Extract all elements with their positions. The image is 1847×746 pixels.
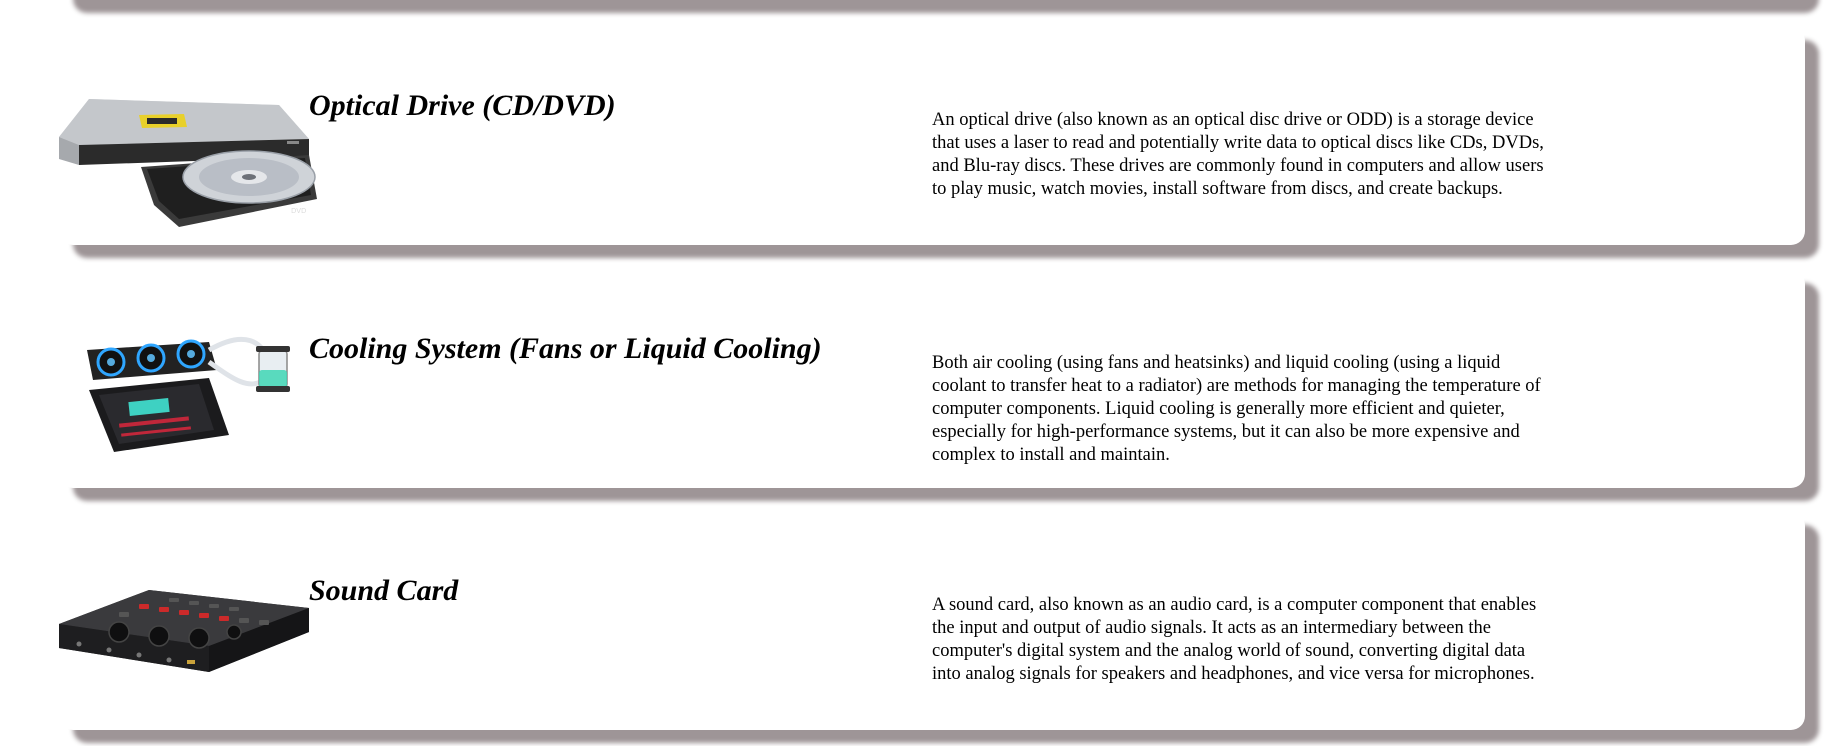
component-title: Cooling System (Fans or Liquid Cooling) bbox=[309, 332, 822, 365]
component-card-optical-drive: DVD Optical Drive (CD/DVD) An optical dr… bbox=[59, 27, 1805, 245]
component-card-sound-card: Sound Card A sound card, also known as a… bbox=[59, 512, 1805, 730]
component-description: An optical drive (also known as an optic… bbox=[932, 110, 1544, 199]
component-title: Optical Drive (CD/DVD) bbox=[309, 89, 616, 122]
optical-drive-image: DVD bbox=[59, 99, 317, 227]
liquid-cooling-image bbox=[87, 336, 290, 452]
component-list-page: DVD Optical Drive (CD/DVD) An optical dr… bbox=[0, 0, 1847, 746]
sound-card-image bbox=[59, 590, 309, 672]
component-title: Sound Card bbox=[309, 574, 459, 607]
svg-text:DVD: DVD bbox=[291, 207, 306, 215]
component-card-cooling-system: Cooling System (Fans or Liquid Cooling) … bbox=[59, 270, 1805, 488]
component-description: Both air cooling (using fans and heatsin… bbox=[932, 353, 1541, 465]
component-description: A sound card, also known as an audio car… bbox=[932, 595, 1537, 684]
